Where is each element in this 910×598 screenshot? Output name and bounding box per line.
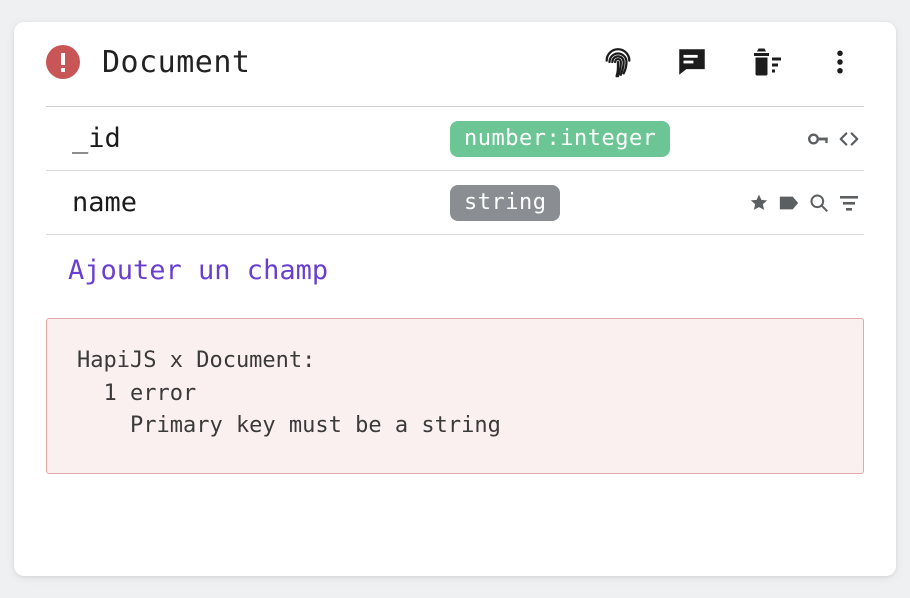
error-panel: HapiJS x Document: 1 error Primary key m…	[46, 318, 864, 474]
code-icon[interactable]	[838, 128, 860, 150]
error-indicator-icon	[46, 45, 80, 79]
type-badge: string	[450, 185, 560, 221]
star-icon[interactable]	[748, 192, 770, 214]
field-type: string	[450, 190, 748, 215]
fingerprint-icon[interactable]	[600, 44, 636, 80]
field-row[interactable]: _id number:integer	[46, 107, 864, 171]
card-title: Document	[102, 45, 600, 80]
label-icon[interactable]	[778, 192, 800, 214]
comment-icon[interactable]	[674, 44, 710, 80]
key-icon[interactable]	[808, 128, 830, 150]
field-row[interactable]: name string	[46, 171, 864, 235]
delete-sweep-icon[interactable]	[748, 44, 784, 80]
more-vert-icon[interactable]	[822, 44, 858, 80]
search-icon[interactable]	[808, 192, 830, 214]
filter-icon[interactable]	[838, 192, 860, 214]
card-header: Document	[46, 44, 864, 106]
field-attr-icons	[808, 128, 860, 150]
type-badge: number:integer	[450, 121, 670, 157]
document-card: Document	[14, 22, 896, 576]
field-type: number:integer	[450, 126, 808, 151]
field-name: name	[50, 187, 450, 218]
add-field-button[interactable]: Ajouter un champ	[46, 235, 864, 300]
field-name: _id	[50, 123, 450, 154]
field-attr-icons	[748, 192, 860, 214]
header-actions	[600, 44, 864, 80]
